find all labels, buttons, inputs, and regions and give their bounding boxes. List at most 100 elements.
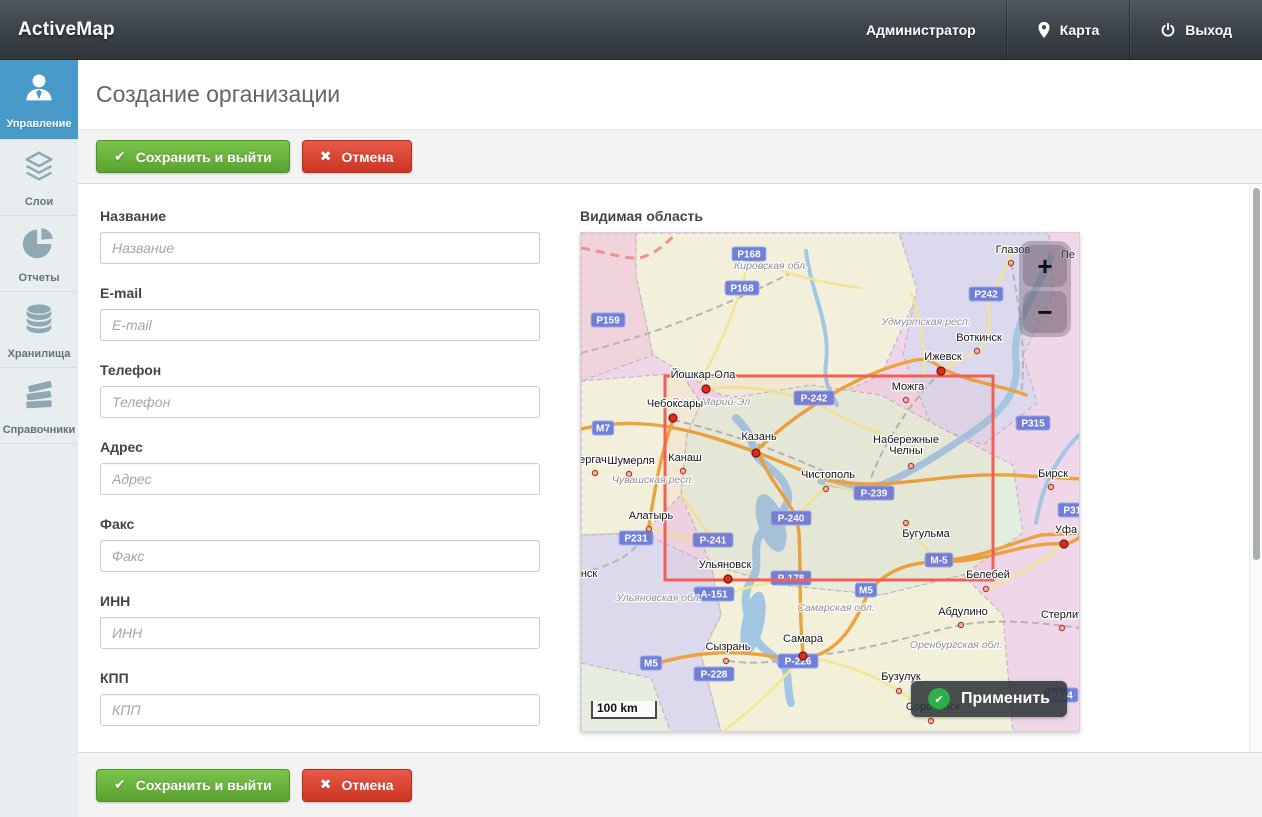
map-road-badge-label: P242	[974, 290, 998, 301]
field-email: E-mail	[100, 285, 540, 341]
form-area: Название E-mail Телефон Адрес Факс ИНН К…	[78, 184, 1262, 752]
map-city-dot	[974, 348, 979, 353]
map-city-dot	[799, 652, 807, 660]
sidebar-item-reports[interactable]: Отчеты	[0, 216, 78, 292]
field-phone: Телефон	[100, 362, 540, 418]
map-zoom-control: + −	[1019, 241, 1071, 337]
field-fax: Факс	[100, 516, 540, 572]
map-region-label: Оренбургская обл.	[910, 639, 1002, 651]
fax-input[interactable]	[100, 540, 540, 572]
sidebar-item-label: Управление	[6, 118, 71, 130]
title-bar: Создание организации	[78, 60, 1262, 130]
address-input[interactable]	[100, 463, 540, 495]
check-icon: ✔	[934, 693, 943, 706]
map-road-badge-label: М5	[859, 586, 873, 597]
sidebar-item-storage[interactable]: Хранилища	[0, 292, 78, 368]
map-city-label: Шумерля	[607, 455, 654, 467]
map-city-dot	[724, 575, 732, 583]
map-city-dot	[752, 449, 760, 457]
database-icon	[20, 300, 58, 343]
map-city-label: Алатырь	[629, 510, 674, 522]
sidebar: Управление Слои Отчеты Хранилища Справоч…	[0, 60, 78, 817]
map-svg: P168P168P242P159Р-242М7P315Р-239P315Р-24…	[581, 233, 1080, 732]
sidebar-item-label: Хранилища	[8, 348, 71, 360]
map-link[interactable]: Карта	[1007, 0, 1130, 59]
sidebar-item-label: Отчеты	[18, 272, 59, 284]
map-city-dot	[983, 586, 988, 591]
phone-input[interactable]	[100, 386, 540, 418]
map-city-label: Казань	[741, 431, 777, 443]
sidebar-item-layers[interactable]: Слои	[0, 140, 78, 216]
logout-label: Выход	[1185, 22, 1232, 38]
map-city-label: Абдулино	[938, 606, 988, 618]
map-city-label: Ижевск	[924, 351, 962, 363]
map-city-label: Уфа	[1055, 524, 1078, 536]
scrollbar-thumb[interactable]	[1253, 188, 1260, 560]
app-logo: ActiveMap	[0, 19, 115, 41]
sidebar-item-label: Слои	[25, 196, 53, 208]
field-name: Название	[100, 208, 540, 264]
save-button[interactable]: ✔ Сохранить и выйти	[96, 140, 290, 173]
field-address: Адрес	[100, 439, 540, 495]
map-city-dot	[908, 463, 913, 468]
sidebar-item-directories[interactable]: Справочники	[0, 368, 78, 444]
page-title: Создание организации	[96, 81, 340, 108]
form-fields-column: Название E-mail Телефон Адрес Факс ИНН К…	[100, 208, 540, 752]
map-city-dot	[680, 468, 685, 473]
zoom-out-button[interactable]: −	[1023, 291, 1067, 333]
cross-icon: ✖	[320, 777, 332, 793]
email-label: E-mail	[100, 285, 540, 301]
cancel-button-bottom[interactable]: ✖ Отмена	[302, 769, 412, 802]
map-road-badge-label: А-151	[700, 590, 728, 601]
map-city-label: Бирск	[1038, 468, 1068, 480]
map-city-dot	[823, 486, 828, 491]
logout-link[interactable]: Выход	[1130, 0, 1262, 59]
map-city-label: Воткинск	[956, 332, 1002, 344]
map-region-label: Ульяновская обл.	[615, 592, 701, 604]
map-city-label: Можга	[892, 381, 925, 393]
map-city-dot	[958, 622, 963, 627]
cancel-button[interactable]: ✖ Отмена	[302, 140, 412, 173]
user-icon	[20, 70, 58, 113]
apply-button[interactable]: ✔ Применить	[911, 681, 1067, 717]
name-input[interactable]	[100, 232, 540, 264]
sidebar-item-label: Справочники	[3, 424, 76, 436]
map-city-dot	[1048, 484, 1053, 489]
email-input[interactable]	[100, 309, 540, 341]
scrollbar-track[interactable]	[1249, 184, 1262, 752]
map-city-dot	[1008, 260, 1013, 265]
map-city-label: Ульяновск	[699, 559, 752, 571]
map-road-badge-label: М7	[596, 424, 610, 435]
check-icon: ✔	[114, 777, 126, 793]
save-label: Сохранить и выйти	[136, 777, 272, 793]
pie-chart-icon	[20, 224, 58, 267]
power-icon	[1160, 22, 1176, 38]
map-city-label: Белебей	[966, 569, 1010, 581]
field-kpp: КПП	[100, 670, 540, 726]
zoom-in-button[interactable]: +	[1023, 245, 1067, 287]
map-city-label: Сызрань	[706, 641, 751, 653]
books-icon	[20, 376, 58, 419]
map-region-label: Чувашская респ.	[612, 474, 694, 486]
cancel-label: Отмена	[341, 777, 393, 793]
map-road-badge-label: P168	[737, 250, 761, 261]
map-canvas[interactable]: P168P168P242P159Р-242М7P315Р-239P315Р-24…	[580, 232, 1080, 732]
map-city-dot	[1059, 625, 1064, 630]
map-city-label: Самара	[783, 633, 824, 645]
save-button-bottom[interactable]: ✔ Сохранить и выйти	[96, 769, 290, 802]
map-road-badge-label: P159	[596, 316, 620, 327]
inn-label: ИНН	[100, 593, 540, 609]
topbar-menu: Администратор Карта Выход	[836, 0, 1262, 59]
save-label: Сохранить и выйти	[136, 149, 272, 165]
map-city-label: Стерлита	[1041, 609, 1080, 621]
user-menu-item[interactable]: Администратор	[836, 0, 1006, 59]
sidebar-item-management[interactable]: Управление	[0, 60, 78, 140]
check-icon: ✔	[114, 149, 126, 165]
phone-label: Телефон	[100, 362, 540, 378]
map-region-label: Самарская обл.	[797, 602, 874, 614]
address-label: Адрес	[100, 439, 540, 455]
inn-input[interactable]	[100, 617, 540, 649]
kpp-input[interactable]	[100, 694, 540, 726]
map-city-dot	[669, 414, 677, 422]
map-city-dot	[896, 688, 901, 693]
